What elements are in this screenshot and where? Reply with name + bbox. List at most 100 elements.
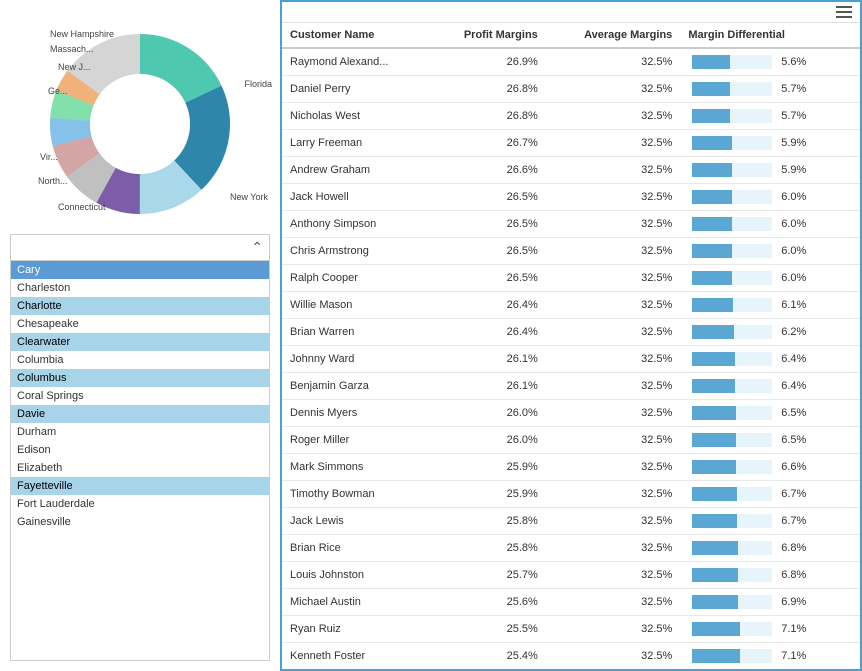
donut-svg bbox=[40, 24, 240, 224]
list-item[interactable]: Edison bbox=[11, 441, 269, 459]
list-item[interactable]: Columbia bbox=[11, 351, 269, 369]
table-row: Kenneth Foster 25.4% 32.5% 7.1% bbox=[282, 643, 860, 670]
cell-avg: 32.5% bbox=[546, 184, 681, 211]
cell-diff: 7.1% bbox=[680, 643, 860, 670]
hamburger-line-3 bbox=[836, 16, 852, 18]
cell-profit: 26.5% bbox=[430, 238, 546, 265]
list-item[interactable]: Coral Springs bbox=[11, 387, 269, 405]
table-row: Jack Lewis 25.8% 32.5% 6.7% bbox=[282, 508, 860, 535]
cell-diff: 6.1% bbox=[680, 292, 860, 319]
col-average-margins[interactable]: Average Margins bbox=[546, 23, 681, 48]
table-row: Louis Johnston 25.7% 32.5% 6.8% bbox=[282, 562, 860, 589]
label-connecticut: Connecticut bbox=[58, 202, 106, 212]
city-list-panel: ⌃ CaryCharlestonCharlotteChesapeakeClear… bbox=[10, 234, 270, 661]
list-header: ⌃ bbox=[11, 235, 269, 261]
list-item[interactable]: Fayetteville bbox=[11, 477, 269, 495]
col-margin-differential[interactable]: Margin Differential bbox=[680, 23, 860, 48]
cell-diff: 6.4% bbox=[680, 373, 860, 400]
cell-profit: 26.0% bbox=[430, 400, 546, 427]
table-row: Nicholas West 26.8% 32.5% 5.7% bbox=[282, 103, 860, 130]
cell-diff: 7.1% bbox=[680, 616, 860, 643]
city-list-body[interactable]: CaryCharlestonCharlotteChesapeakeClearwa… bbox=[11, 261, 269, 660]
cell-avg: 32.5% bbox=[546, 211, 681, 238]
cell-avg: 32.5% bbox=[546, 292, 681, 319]
list-item[interactable]: Clearwater bbox=[11, 333, 269, 351]
cell-diff: 5.7% bbox=[680, 76, 860, 103]
cell-diff: 6.7% bbox=[680, 481, 860, 508]
list-item[interactable]: Columbus bbox=[11, 369, 269, 387]
table-row: Andrew Graham 26.6% 32.5% 5.9% bbox=[282, 157, 860, 184]
cell-diff: 6.0% bbox=[680, 265, 860, 292]
header-row: Customer Name Profit Margins Average Mar… bbox=[282, 23, 860, 48]
list-item[interactable]: Fort Lauderdale bbox=[11, 495, 269, 513]
cell-diff: 6.5% bbox=[680, 427, 860, 454]
cell-avg: 32.5% bbox=[546, 454, 681, 481]
cell-avg: 32.5% bbox=[546, 508, 681, 535]
cell-avg: 32.5% bbox=[546, 346, 681, 373]
label-north: North... bbox=[38, 176, 68, 186]
cell-avg: 32.5% bbox=[546, 589, 681, 616]
cell-profit: 25.6% bbox=[430, 589, 546, 616]
cell-profit: 25.5% bbox=[430, 616, 546, 643]
list-item[interactable]: Chesapeake bbox=[11, 315, 269, 333]
cell-avg: 32.5% bbox=[546, 76, 681, 103]
cell-profit: 26.8% bbox=[430, 76, 546, 103]
menu-icon[interactable] bbox=[836, 6, 852, 18]
data-table-container[interactable]: Customer Name Profit Margins Average Mar… bbox=[282, 23, 860, 669]
label-florida: Florida bbox=[244, 79, 272, 89]
cell-customer-name: Michael Austin bbox=[282, 589, 430, 616]
cell-profit: 26.9% bbox=[430, 48, 546, 76]
table-row: Raymond Alexand... 26.9% 32.5% 5.6% bbox=[282, 48, 860, 76]
left-panel: New Hampshire Massach... New J... Ge... … bbox=[0, 0, 280, 671]
cell-profit: 26.4% bbox=[430, 292, 546, 319]
cell-customer-name: Timothy Bowman bbox=[282, 481, 430, 508]
table-row: Ryan Ruiz 25.5% 32.5% 7.1% bbox=[282, 616, 860, 643]
col-customer-name[interactable]: Customer Name bbox=[282, 23, 430, 48]
cell-customer-name: Anthony Simpson bbox=[282, 211, 430, 238]
cell-customer-name: Raymond Alexand... bbox=[282, 48, 430, 76]
cell-avg: 32.5% bbox=[546, 562, 681, 589]
table-row: Willie Mason 26.4% 32.5% 6.1% bbox=[282, 292, 860, 319]
label-massach: Massach... bbox=[50, 44, 94, 54]
cell-profit: 26.1% bbox=[430, 373, 546, 400]
cell-diff: 6.0% bbox=[680, 184, 860, 211]
col-profit-margins[interactable]: Profit Margins bbox=[430, 23, 546, 48]
cell-customer-name: Brian Rice bbox=[282, 535, 430, 562]
cell-profit: 26.1% bbox=[430, 346, 546, 373]
list-item[interactable]: Durham bbox=[11, 423, 269, 441]
list-item[interactable]: Charlotte bbox=[11, 297, 269, 315]
table-row: Michael Austin 25.6% 32.5% 6.9% bbox=[282, 589, 860, 616]
cell-avg: 32.5% bbox=[546, 427, 681, 454]
cell-customer-name: Ralph Cooper bbox=[282, 265, 430, 292]
cell-diff: 6.6% bbox=[680, 454, 860, 481]
list-item[interactable]: Elizabeth bbox=[11, 459, 269, 477]
list-item[interactable]: Cary bbox=[11, 261, 269, 279]
cell-diff: 6.4% bbox=[680, 346, 860, 373]
cell-profit: 26.6% bbox=[430, 157, 546, 184]
table-row: Dennis Myers 26.0% 32.5% 6.5% bbox=[282, 400, 860, 427]
cell-diff: 6.0% bbox=[680, 238, 860, 265]
label-new-hampshire: New Hampshire bbox=[50, 29, 114, 39]
cell-diff: 6.7% bbox=[680, 508, 860, 535]
sort-icon[interactable]: ⌃ bbox=[251, 239, 263, 256]
cell-customer-name: Chris Armstrong bbox=[282, 238, 430, 265]
cell-customer-name: Nicholas West bbox=[282, 103, 430, 130]
cell-profit: 26.5% bbox=[430, 211, 546, 238]
cell-diff: 5.9% bbox=[680, 157, 860, 184]
cell-avg: 32.5% bbox=[546, 48, 681, 76]
cell-customer-name: Larry Freeman bbox=[282, 130, 430, 157]
cell-customer-name: Andrew Graham bbox=[282, 157, 430, 184]
table-row: Daniel Perry 26.8% 32.5% 5.7% bbox=[282, 76, 860, 103]
cell-profit: 25.8% bbox=[430, 508, 546, 535]
hamburger-line-2 bbox=[836, 11, 852, 13]
cell-diff: 6.8% bbox=[680, 535, 860, 562]
list-item[interactable]: Davie bbox=[11, 405, 269, 423]
cell-diff: 6.9% bbox=[680, 589, 860, 616]
list-item[interactable]: Gainesville bbox=[11, 513, 269, 531]
cell-customer-name: Benjamin Garza bbox=[282, 373, 430, 400]
list-item[interactable]: Charleston bbox=[11, 279, 269, 297]
table-row: Larry Freeman 26.7% 32.5% 5.9% bbox=[282, 130, 860, 157]
cell-customer-name: Daniel Perry bbox=[282, 76, 430, 103]
cell-diff: 6.2% bbox=[680, 319, 860, 346]
cell-avg: 32.5% bbox=[546, 319, 681, 346]
